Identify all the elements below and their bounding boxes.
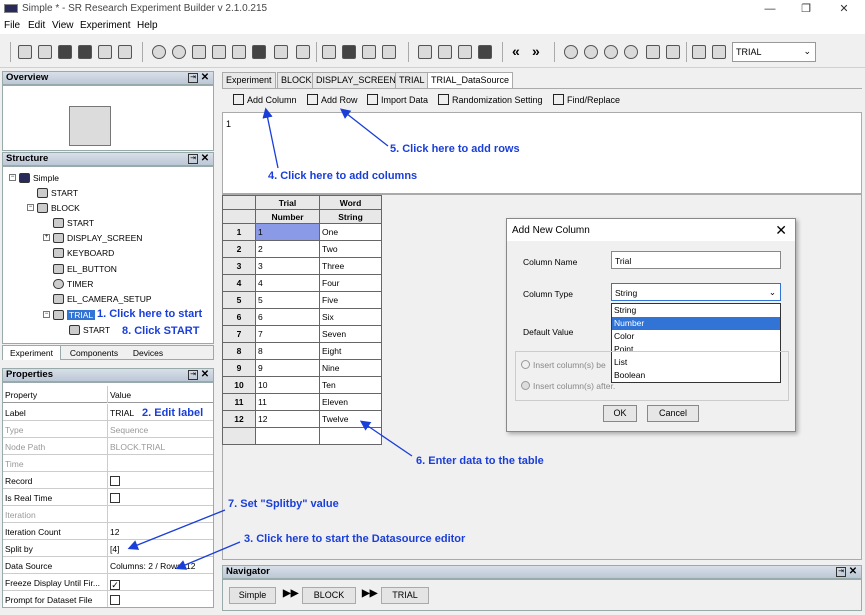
arrow-add-column — [262, 107, 279, 169]
annotation-5: 5. Click here to add rows — [390, 143, 520, 155]
arrow-enter-data — [359, 420, 413, 457]
annotation-2: 2. Edit label — [142, 407, 204, 419]
annotation-7: 7. Set "Splitby" value — [228, 498, 339, 510]
annotation-8: 8. Click START — [122, 325, 200, 337]
annotation-3: 3. Click here to start the Datasource ed… — [244, 533, 466, 545]
arrow-split-by — [127, 509, 226, 550]
arrow-data-source — [175, 541, 241, 570]
arrow-add-row — [339, 108, 389, 147]
annotation-6: 6. Enter data to the table — [416, 455, 544, 467]
annotation-1: 1. Click here to start — [97, 308, 203, 320]
annotation-4: 4. Click here to add columns — [268, 170, 418, 182]
